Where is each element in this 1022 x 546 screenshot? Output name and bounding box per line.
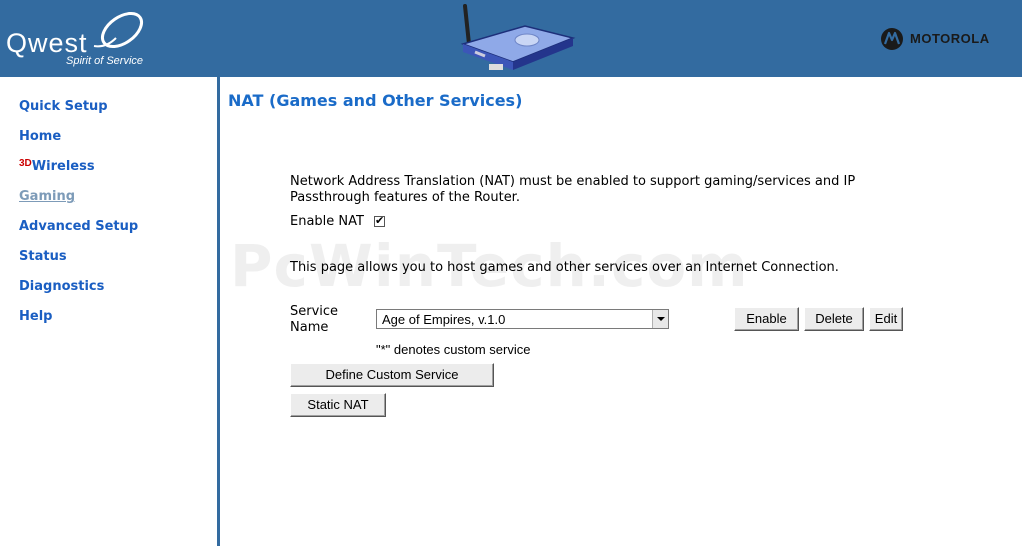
service-name-label: Service Name	[290, 304, 339, 335]
static-nat-button[interactable]: Static NAT	[290, 393, 386, 417]
define-custom-service-button[interactable]: Define Custom Service	[290, 363, 494, 387]
sidebar-item-advanced-setup[interactable]: Advanced Setup	[19, 219, 138, 234]
qwest-swoosh-icon	[93, 11, 144, 49]
service-select[interactable]: Age of Empires, v.1.0	[376, 309, 669, 329]
sidebar-item-help[interactable]: Help	[19, 309, 52, 324]
sidebar-item-status[interactable]: Status	[19, 249, 67, 264]
header-bar: Qwest Spirit of Service MOTOROLA	[0, 0, 1022, 77]
router-image	[460, 4, 576, 70]
sidebar-item-wireless[interactable]: 3DWireless	[19, 158, 95, 174]
sidebar-divider	[217, 77, 220, 546]
sidebar-item-home[interactable]: Home	[19, 129, 61, 144]
edit-button[interactable]: Edit	[869, 307, 903, 331]
partner-name: MOTOROLA	[910, 31, 990, 46]
nat-description: Network Address Translation (NAT) must b…	[290, 174, 856, 205]
sidebar-item-gaming[interactable]: Gaming	[19, 189, 75, 204]
chevron-down-icon[interactable]	[652, 310, 668, 328]
sidebar-item-diagnostics[interactable]: Diagnostics	[19, 279, 104, 294]
sidebar-item-quick-setup[interactable]: Quick Setup	[19, 99, 108, 114]
host-services-text: This page allows you to host games and o…	[290, 260, 839, 275]
sidebar-item-label: Wireless	[31, 159, 95, 174]
custom-service-note: "*" denotes custom service	[376, 342, 531, 357]
page-title: NAT (Games and Other Services)	[228, 91, 523, 110]
enable-button[interactable]: Enable	[734, 307, 799, 331]
checkmark-icon: ✔	[375, 214, 385, 227]
motorola-emblem-icon	[881, 28, 903, 50]
enable-nat-checkbox[interactable]: ✔	[374, 214, 385, 227]
motorola-logo: MOTOROLA	[880, 27, 1010, 51]
brand-tagline: Spirit of Service	[66, 55, 144, 67]
delete-button[interactable]: Delete	[804, 307, 864, 331]
qwest-logo: Qwest Spirit of Service	[6, 8, 156, 72]
enable-nat-label: Enable NAT	[290, 214, 364, 229]
service-select-value: Age of Empires, v.1.0	[382, 312, 506, 327]
3d-wireless-badge-icon: 3D	[19, 158, 32, 169]
